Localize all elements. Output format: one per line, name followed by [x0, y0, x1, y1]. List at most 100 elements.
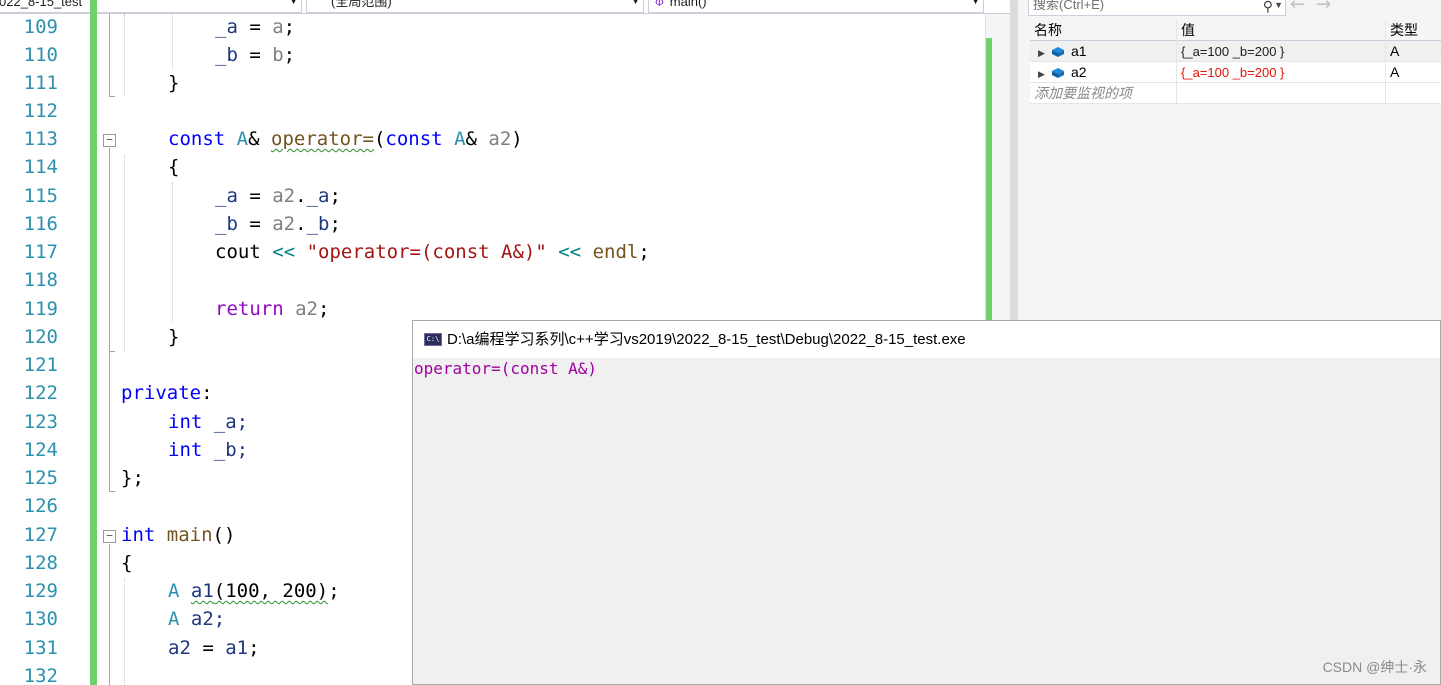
watch-type-cell: A — [1390, 43, 1400, 59]
line-number: 120 — [23, 326, 58, 348]
code-line-113[interactable]: const A& operator=(const A& a2) — [168, 125, 523, 153]
line-number: 115 — [23, 185, 58, 207]
watch-name: a2 — [1071, 64, 1087, 80]
code-line-129[interactable]: A a1(100, 200); — [168, 577, 340, 605]
fold-guide — [109, 544, 110, 685]
line-number: 117 — [23, 241, 58, 263]
fold-guide — [109, 148, 110, 351]
chevron-down-icon: ▼ — [971, 0, 980, 6]
watch-type-cell: A — [1390, 64, 1400, 80]
watch-name-cell[interactable]: ▶ a2 — [1030, 62, 1177, 83]
line-number: 123 — [23, 411, 58, 433]
indent-guide — [172, 14, 173, 69]
watch-value-changed: {_a=100 _b=200 } — [1181, 65, 1285, 80]
expand-arrow-icon[interactable]: ▶ — [1038, 64, 1050, 83]
line-number: 126 — [23, 495, 58, 517]
watch-row[interactable]: ▶ a1 {_a=100 _b=200 } A — [1030, 41, 1441, 62]
line-number: 109 — [23, 16, 58, 38]
code-line-116[interactable]: _b = a2._b; — [215, 210, 341, 238]
code-line-123[interactable]: int _a; — [168, 408, 248, 436]
watch-name-cell[interactable]: ▶ a1 — [1030, 41, 1177, 62]
watch-value-cell[interactable]: {_a=100 _b=200 } — [1177, 62, 1386, 83]
code-line-122[interactable]: private: — [121, 379, 213, 407]
fold-end-marker — [109, 491, 115, 492]
code-line-131[interactable]: a2 = a1; — [168, 634, 260, 662]
code-line-119[interactable]: return a2; — [215, 295, 329, 323]
watch-name: a1 — [1071, 43, 1087, 59]
watch-row[interactable]: ▶ a2 {_a=100 _b=200 } A — [1030, 62, 1441, 83]
line-number: 110 — [23, 44, 58, 66]
scope-dropdown-label: (全局范围) — [331, 0, 392, 9]
code-line-110[interactable]: _b = b; — [215, 41, 295, 69]
line-number: 125 — [23, 467, 58, 489]
console-icon: C:\ — [424, 333, 442, 346]
project-dropdown-label: 022_8-15_test — [0, 0, 83, 9]
fold-guide — [109, 14, 110, 96]
chevron-down-icon[interactable]: ▼ — [1274, 0, 1283, 15]
code-line-120[interactable]: } — [168, 323, 179, 351]
console-output[interactable]: operator=(const A&) — [413, 358, 1440, 684]
watch-grid: 名称 值 类型 ▶ a1 {_a=100 _b=200 } A ▶ a2 {_a=1… — [1030, 20, 1441, 104]
expand-arrow-icon[interactable]: ▶ — [1038, 43, 1050, 62]
arrow-right-icon[interactable]: → — [1316, 0, 1331, 15]
add-watch-row[interactable]: 添加要监视的项 — [1030, 83, 1441, 104]
project-dropdown[interactable]: 022_8-15_test ▼ — [0, 0, 302, 13]
console-title-bar[interactable]: C:\ D:\a编程学习系列\c++学习vs2019\2022_8-15_tes… — [413, 321, 1440, 358]
variable-cube-icon — [1052, 47, 1064, 57]
code-line-109[interactable]: _a = a; — [215, 13, 295, 41]
watch-value-cell[interactable]: {_a=100 _b=200 } — [1177, 41, 1386, 62]
empty-type-cell — [1386, 83, 1441, 104]
add-watch-placeholder[interactable]: 添加要监视的项 — [1030, 83, 1177, 104]
code-line-125[interactable]: }; — [121, 464, 144, 492]
code-line-127[interactable]: int main() — [121, 521, 235, 549]
code-line-115[interactable]: _a = a2._a; — [215, 182, 341, 210]
watch-search-placeholder: 搜索(Ctrl+E) — [1033, 0, 1105, 12]
code-line-114[interactable]: { — [168, 153, 179, 181]
indent-guide — [124, 578, 125, 685]
line-number: 132 — [23, 665, 58, 685]
code-line-124[interactable]: int _b; — [168, 436, 248, 464]
split-window-icon[interactable]: ✚ — [985, 0, 1007, 12]
variable-cube-icon — [1052, 68, 1064, 78]
console-title: D:\a编程学习系列\c++学习vs2019\2022_8-15_test\De… — [447, 331, 966, 348]
line-number: 111 — [23, 72, 58, 94]
function-dropdown-label: main() — [669, 0, 707, 9]
line-number: 119 — [23, 298, 58, 320]
code-line-111[interactable]: } — [168, 69, 179, 97]
line-number: 127 — [23, 524, 58, 546]
function-dropdown[interactable]: Φmain() ▼ — [648, 0, 984, 13]
scope-dropdown[interactable]: (全局范围) ▼ — [306, 0, 644, 13]
line-number: 118 — [23, 269, 58, 291]
line-number: 113 — [23, 128, 58, 150]
code-line-130[interactable]: A a2; — [168, 605, 225, 633]
console-window[interactable]: C:\ D:\a编程学习系列\c++学习vs2019\2022_8-15_tes… — [412, 320, 1441, 685]
code-line-117[interactable]: cout << "operator=(const A&)" << endl; — [215, 238, 650, 266]
column-header-type[interactable]: 类型 — [1386, 20, 1441, 41]
minus-box-icon[interactable]: − — [103, 530, 116, 543]
search-icon[interactable]: ⚲ — [1263, 0, 1273, 16]
line-number: 114 — [23, 156, 58, 178]
line-number: 128 — [23, 552, 58, 574]
minus-box-icon[interactable]: − — [103, 134, 116, 147]
line-number: 112 — [23, 100, 58, 122]
indent-guide — [172, 182, 173, 322]
line-number: 130 — [23, 608, 58, 630]
watch-value: {_a=100 _b=200 } — [1181, 44, 1285, 59]
watch-search-input[interactable]: 搜索(Ctrl+E) ⚲ ▼ — [1028, 0, 1286, 16]
chevron-down-icon: ▼ — [631, 0, 640, 6]
change-tracking-bar — [90, 0, 97, 685]
indent-guide — [124, 14, 125, 96]
arrow-left-icon[interactable]: ← — [1290, 0, 1305, 15]
fold-guide — [109, 351, 110, 491]
code-line-128[interactable]: { — [121, 549, 132, 577]
line-number: 122 — [23, 382, 58, 404]
chevron-down-icon: ▼ — [289, 0, 298, 6]
column-header-value[interactable]: 值 — [1177, 20, 1386, 41]
watermark: CSDN @绅士·永 — [1322, 659, 1427, 675]
fold-end-marker — [109, 96, 115, 97]
line-number: 121 — [23, 354, 58, 376]
function-icon: Φ — [655, 0, 664, 9]
column-header-name[interactable]: 名称 — [1030, 20, 1177, 41]
line-number: 124 — [23, 439, 58, 461]
watch-grid-header: 名称 值 类型 — [1030, 20, 1441, 41]
